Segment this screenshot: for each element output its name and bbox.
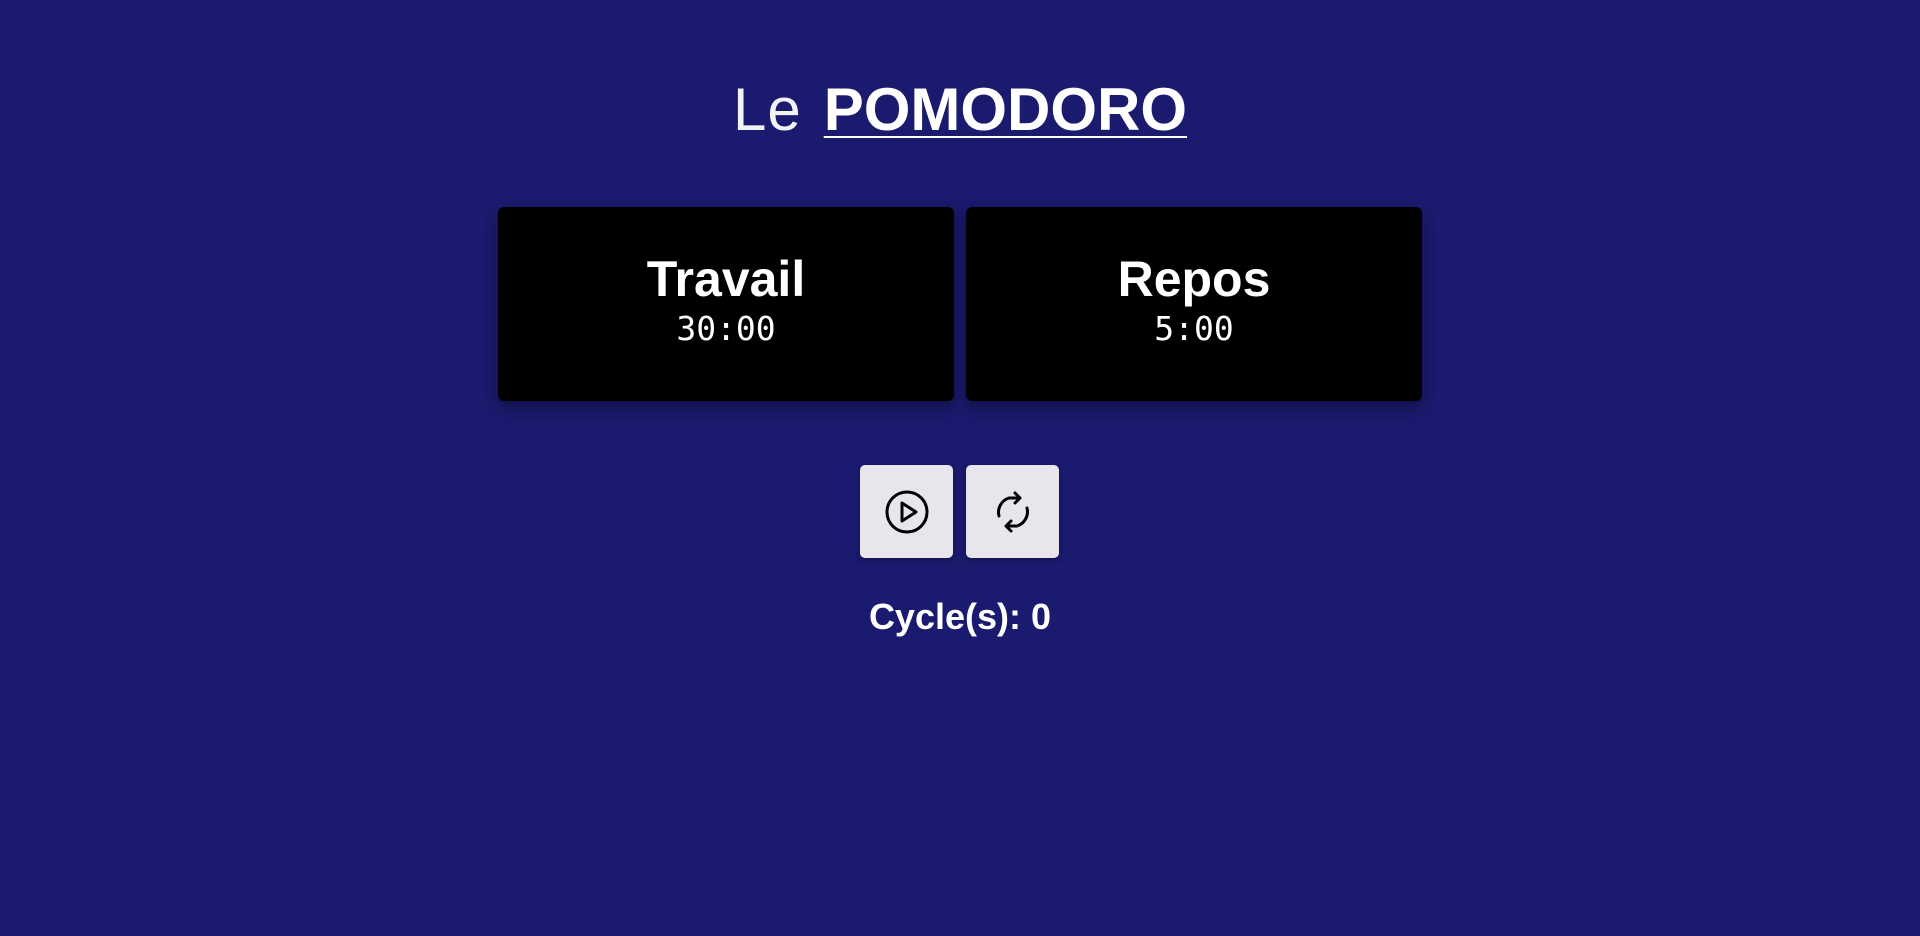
cycle-count: 0 <box>1031 596 1052 637</box>
play-button[interactable] <box>860 465 953 558</box>
title-prefix: Le <box>732 76 802 143</box>
cycle-label: Cycle(s): <box>868 596 1021 637</box>
work-timer-card: Travail 30:00 <box>498 207 954 401</box>
work-timer-label: Travail <box>646 251 806 307</box>
rest-timer-label: Repos <box>1117 251 1271 307</box>
work-timer-time: 30:00 <box>676 309 776 348</box>
page-title: Le POMODORO <box>0 72 1920 148</box>
refresh-icon <box>996 491 1029 532</box>
play-circle-icon <box>885 490 928 533</box>
title-main: POMODORO <box>823 76 1188 143</box>
cycle-counter: Cycle(s): 0 <box>0 595 1920 639</box>
reset-button[interactable] <box>966 465 1059 558</box>
rest-timer-card: Repos 5:00 <box>966 207 1422 401</box>
pomodoro-page: Le POMODORO Travail 30:00 Repos 5:00 Cyc… <box>0 0 1920 936</box>
timer-controls <box>860 465 1059 558</box>
rest-timer-time: 5:00 <box>1154 309 1234 348</box>
timer-cards: Travail 30:00 Repos 5:00 <box>498 207 1424 401</box>
